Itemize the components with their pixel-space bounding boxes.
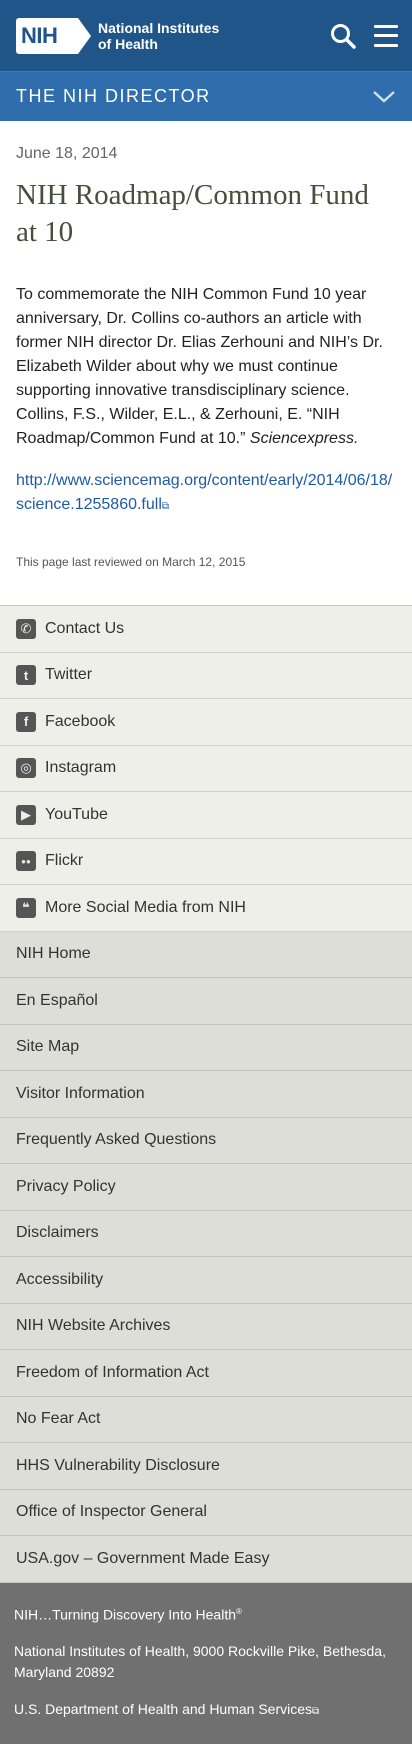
menu-bar: [374, 43, 398, 47]
footer-links: NIH Home En Español Site Map Visitor Inf…: [0, 931, 412, 1583]
logo-line-1: National Institutes: [98, 19, 220, 36]
phone-icon: ✆: [16, 618, 36, 639]
page-title: NIH Roadmap/Common Fund at 10: [16, 179, 369, 248]
tagline-text: NIH…Turning Discovery Into Health: [14, 1606, 237, 1623]
social-item-label: Facebook: [45, 712, 116, 730]
search-icon[interactable]: [330, 23, 356, 49]
journal-name: Sciencexpress.: [249, 430, 359, 447]
logo-line-2: of Health: [98, 35, 158, 52]
instagram-icon: ◎: [16, 758, 36, 779]
footer-link-site-map[interactable]: Site Map: [0, 1024, 412, 1071]
flickr-icon: ●●: [16, 851, 36, 872]
registered-mark: ®: [236, 1606, 242, 1616]
footer-link-accessibility[interactable]: Accessibility: [0, 1257, 412, 1304]
logo-arrow-shape: [78, 17, 91, 54]
social-item-label: Contact Us: [45, 619, 125, 637]
footer-address: National Institutes of Health, 9000 Rock…: [14, 1643, 386, 1681]
social-item-facebook[interactable]: f Facebook: [0, 699, 412, 746]
social-item-label: Twitter: [45, 666, 93, 684]
footer-link-website-archives[interactable]: NIH Website Archives: [0, 1303, 412, 1350]
header-actions: [330, 23, 398, 49]
section-toggle[interactable]: THE NIH DIRECTOR: [0, 71, 412, 121]
menu-bar: [374, 24, 398, 28]
footer-hhs-link[interactable]: U.S. Department of Health and Human Serv…: [14, 1699, 396, 1722]
footer-link-privacy-policy[interactable]: Privacy Policy: [0, 1164, 412, 1211]
footer-link-hhs-vulnerability[interactable]: HHS Vulnerability Disclosure: [0, 1443, 412, 1490]
footer-link-inspector-general[interactable]: Office of Inspector General: [0, 1489, 412, 1536]
logo-badge-text: NIH: [21, 22, 58, 48]
social-item-label: More Social Media from NIH: [45, 898, 246, 916]
external-link-icon: ⧉: [312, 1706, 320, 1718]
last-reviewed: This page last reviewed on March 12, 201…: [16, 555, 246, 569]
footer-link-faq[interactable]: Frequently Asked Questions: [0, 1117, 412, 1164]
footer-link-usa-gov[interactable]: USA.gov – Government Made Easy: [0, 1536, 412, 1583]
social-item-instagram[interactable]: ◎ Instagram: [0, 745, 412, 792]
article-link[interactable]: http://www.sciencemag.org/content/early/…: [16, 469, 396, 519]
site-header: NIH National Institutes of Health: [0, 0, 412, 71]
footer-link-en-espanol[interactable]: En Español: [0, 978, 412, 1025]
footer-link-disclaimers[interactable]: Disclaimers: [0, 1210, 412, 1257]
article-body-text: To commemorate the NIH Common Fund 10 ye…: [16, 286, 383, 447]
social-links: ✆ Contact Us t Twitter f Facebook ◎ Inst…: [0, 605, 412, 932]
article-link-text: http://www.sciencemag.org/content/early/…: [16, 472, 393, 513]
facebook-icon: f: [16, 711, 36, 732]
hhs-link-text: U.S. Department of Health and Human Serv…: [14, 1701, 313, 1718]
menu-bar: [374, 34, 398, 37]
social-item-contact-us[interactable]: ✆ Contact Us: [0, 606, 412, 653]
footer-link-foia[interactable]: Freedom of Information Act: [0, 1350, 412, 1397]
nih-logo-badge: NIH: [16, 17, 91, 54]
article-date: June 18, 2014: [16, 145, 118, 162]
article: June 18, 2014 NIH Roadmap/Common Fund at…: [0, 121, 412, 569]
hamburger-menu-icon[interactable]: [374, 24, 398, 47]
logo-text: National Institutes of Health: [98, 20, 219, 52]
social-item-more-social-media[interactable]: ❝ More Social Media from NIH: [0, 885, 412, 932]
chevron-down-icon[interactable]: [372, 90, 396, 104]
youtube-icon: ▶: [16, 804, 36, 825]
social-item-label: YouTube: [45, 805, 108, 823]
footer-link-no-fear-act[interactable]: No Fear Act: [0, 1396, 412, 1443]
site-footer: NIH…Turning Discovery Into Health® Natio…: [0, 1582, 412, 1745]
speech-bubbles-icon: ❝: [16, 897, 36, 918]
footer-link-visitor-information[interactable]: Visitor Information: [0, 1071, 412, 1118]
social-item-label: Instagram: [45, 759, 117, 777]
footer-link-nih-home[interactable]: NIH Home: [0, 931, 412, 978]
social-item-youtube[interactable]: ▶ YouTube: [0, 792, 412, 839]
social-item-label: Flickr: [45, 852, 84, 870]
nih-logo[interactable]: NIH National Institutes of Health: [16, 17, 219, 54]
article-body: To commemorate the NIH Common Fund 10 ye…: [16, 283, 396, 451]
twitter-icon: t: [16, 665, 36, 686]
social-item-flickr[interactable]: ●● Flickr: [0, 838, 412, 885]
external-link-icon: ⧉: [161, 501, 170, 512]
section-title: THE NIH DIRECTOR: [16, 86, 211, 106]
social-item-twitter[interactable]: t Twitter: [0, 652, 412, 699]
footer-tagline: NIH…Turning Discovery Into Health®: [14, 1601, 396, 1626]
